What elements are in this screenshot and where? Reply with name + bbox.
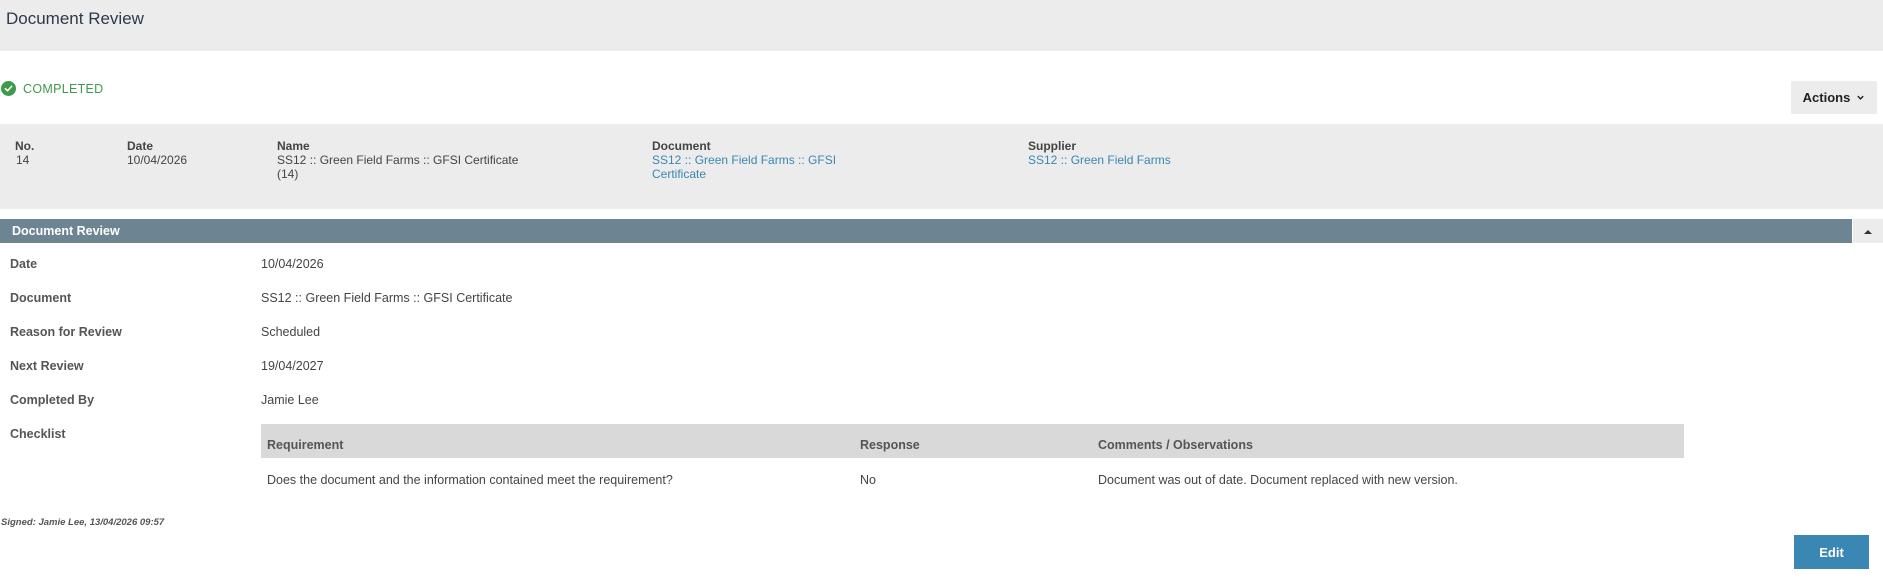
chevron-down-icon — [1856, 90, 1865, 105]
collapse-button[interactable] — [1853, 219, 1883, 243]
summary-document: Document SS12 :: Green Field Farms :: GF… — [652, 139, 836, 181]
summary-document-label: Document — [652, 139, 711, 153]
summary-supplier: Supplier SS12 :: Green Field Farms — [1028, 139, 1171, 167]
checklist-table: Requirement Response Comments / Observat… — [261, 424, 1684, 494]
summary-date-value: 10/04/2026 — [127, 153, 188, 167]
column-header-requirement: Requirement — [261, 424, 854, 458]
signature-text: Signed: Jamie Lee, 13/04/2026 09:57 — [1, 517, 165, 528]
edit-button[interactable]: Edit — [1794, 535, 1869, 569]
summary-supplier-link[interactable]: SS12 :: Green Field Farms — [1028, 153, 1171, 167]
reason-label: Reason for Review — [10, 325, 122, 339]
section-header[interactable]: Document Review — [0, 219, 1852, 243]
date-label: Date — [10, 257, 38, 271]
caret-up-icon — [1864, 224, 1872, 238]
summary-document-link-text-cont: Certificate — [652, 167, 707, 181]
column-header-comments: Comments / Observations — [1092, 424, 1684, 458]
page-header: Document Review — [0, 0, 1883, 51]
status-indicator: COMPLETED — [1, 81, 104, 96]
reason-value: Scheduled — [261, 325, 321, 339]
summary-name-label: Name — [277, 139, 310, 153]
column-header-response: Response — [854, 424, 1092, 458]
page-title: Document Review — [6, 9, 144, 28]
checklist-label: Checklist — [10, 427, 66, 441]
summary-document-link-text: SS12 :: Green Field Farms :: GFSI — [652, 153, 837, 167]
next-review-label: Next Review — [10, 359, 84, 373]
cell-comments: Document was out of date. Document repla… — [1098, 473, 1458, 487]
check-circle-icon — [1, 81, 16, 96]
summary-date: Date 10/04/2026 — [127, 139, 187, 167]
summary-panel: No. 14 Date 10/04/2026 Name SS12 :: Gree… — [0, 124, 1883, 209]
summary-no: No. 14 — [15, 139, 34, 167]
cell-requirement: Does the document and the information co… — [267, 473, 673, 487]
cell-response: No — [860, 473, 876, 487]
summary-no-value: 14 — [16, 153, 30, 167]
status-label: COMPLETED — [23, 81, 104, 96]
completed-by-label: Completed By — [10, 393, 95, 407]
next-review-value: 19/04/2027 — [261, 359, 324, 373]
summary-name-value: SS12 :: Green Field Farms :: GFSI Certif… — [277, 153, 519, 167]
completed-by-value: Jamie Lee — [261, 393, 319, 407]
summary-name-value-cont: (14) — [277, 167, 299, 181]
summary-supplier-label: Supplier — [1028, 139, 1077, 153]
actions-label: Actions — [1802, 90, 1851, 105]
summary-no-label: No. — [15, 139, 35, 153]
table-row: Does the document and the information co… — [261, 458, 1684, 494]
summary-name: Name SS12 :: Green Field Farms :: GFSI C… — [277, 139, 518, 181]
checklist-header-row: Requirement Response Comments / Observat… — [261, 424, 1684, 458]
document-value: SS12 :: Green Field Farms :: GFSI Certif… — [261, 291, 513, 305]
actions-button[interactable]: Actions — [1791, 81, 1877, 114]
date-value: 10/04/2026 — [261, 257, 324, 271]
summary-date-label: Date — [127, 139, 154, 153]
document-label: Document — [10, 291, 72, 305]
summary-document-link[interactable]: SS12 :: Green Field Farms :: GFSI Certif… — [652, 153, 836, 181]
